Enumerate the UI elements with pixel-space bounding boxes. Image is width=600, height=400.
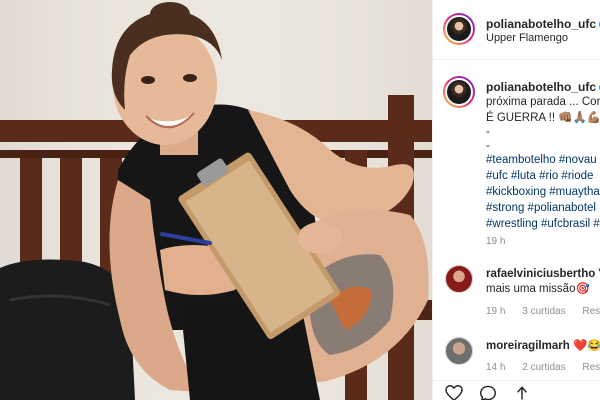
comment-likes[interactable]: 3 curtidas [522,306,565,317]
comment-icon[interactable] [479,385,497,400]
caption-line: É GUERRA !! 👊🏽🙏🏽💪🏽 [486,112,600,124]
caption-timestamp: 19 h [486,236,506,247]
caption-username-text[interactable]: polianabotelho_ufc [486,80,596,94]
caption-author-username[interactable]: polianabotelho_ufc✓ [486,80,600,94]
post-photo[interactable]: Atl [0,0,432,400]
commenter-username[interactable]: rafaelviniciusbertho [486,268,595,280]
caption-line: próxima parada ... Con [486,96,600,108]
comment-time: 19 h [486,306,506,317]
comment-reply-button[interactable]: Respo [582,306,600,317]
comment-likes[interactable]: 2 curtidas [522,362,565,373]
post-location[interactable]: Upper Flamengo [486,32,568,44]
comment-reply-button[interactable]: Respo [582,362,600,373]
commenter-username[interactable]: moreiragilmarh [486,340,570,352]
share-icon[interactable] [513,385,531,400]
comment-meta: 14 h 2 curtidas Respo [486,362,600,373]
hashtag-line[interactable]: #strong #polianabotel [486,200,596,216]
post-side-panel: polianabotelho_ufc✓ Upper Flamengo polia… [432,0,600,400]
comment-text-line2: mais uma missão🎯 [486,283,590,295]
comment-time: 14 h [486,362,506,373]
author-avatar[interactable] [443,13,475,45]
post-action-bar [433,380,600,400]
hashtag-line[interactable]: #ufc #luta #rio #riode [486,168,593,184]
post-photo-illustration: Atl [0,0,432,400]
comment-line: moreiragilmarh ❤️😂 [486,338,600,354]
commenter-avatar[interactable] [445,265,473,293]
post-header: polianabotelho_ufc✓ Upper Flamengo [433,0,600,60]
comment-line: rafaelviniciusbertho V [486,266,600,282]
caption-author-avatar[interactable] [443,76,475,108]
hashtag-line[interactable]: #kickboxing #muaytha [486,184,600,200]
author-username-header[interactable]: polianabotelho_ufc✓ [486,17,600,31]
hashtag-line[interactable]: #wrestling #ufcbrasil # [486,216,600,232]
comment-meta: 19 h 3 curtidas Respo [486,306,600,317]
hashtag-line[interactable]: #teambotelho #novau [486,152,597,168]
author-username-text[interactable]: polianabotelho_ufc [486,17,596,31]
commenter-avatar[interactable] [445,337,473,365]
comment-text: ❤️😂 [572,340,600,352]
heart-icon[interactable] [445,384,463,400]
